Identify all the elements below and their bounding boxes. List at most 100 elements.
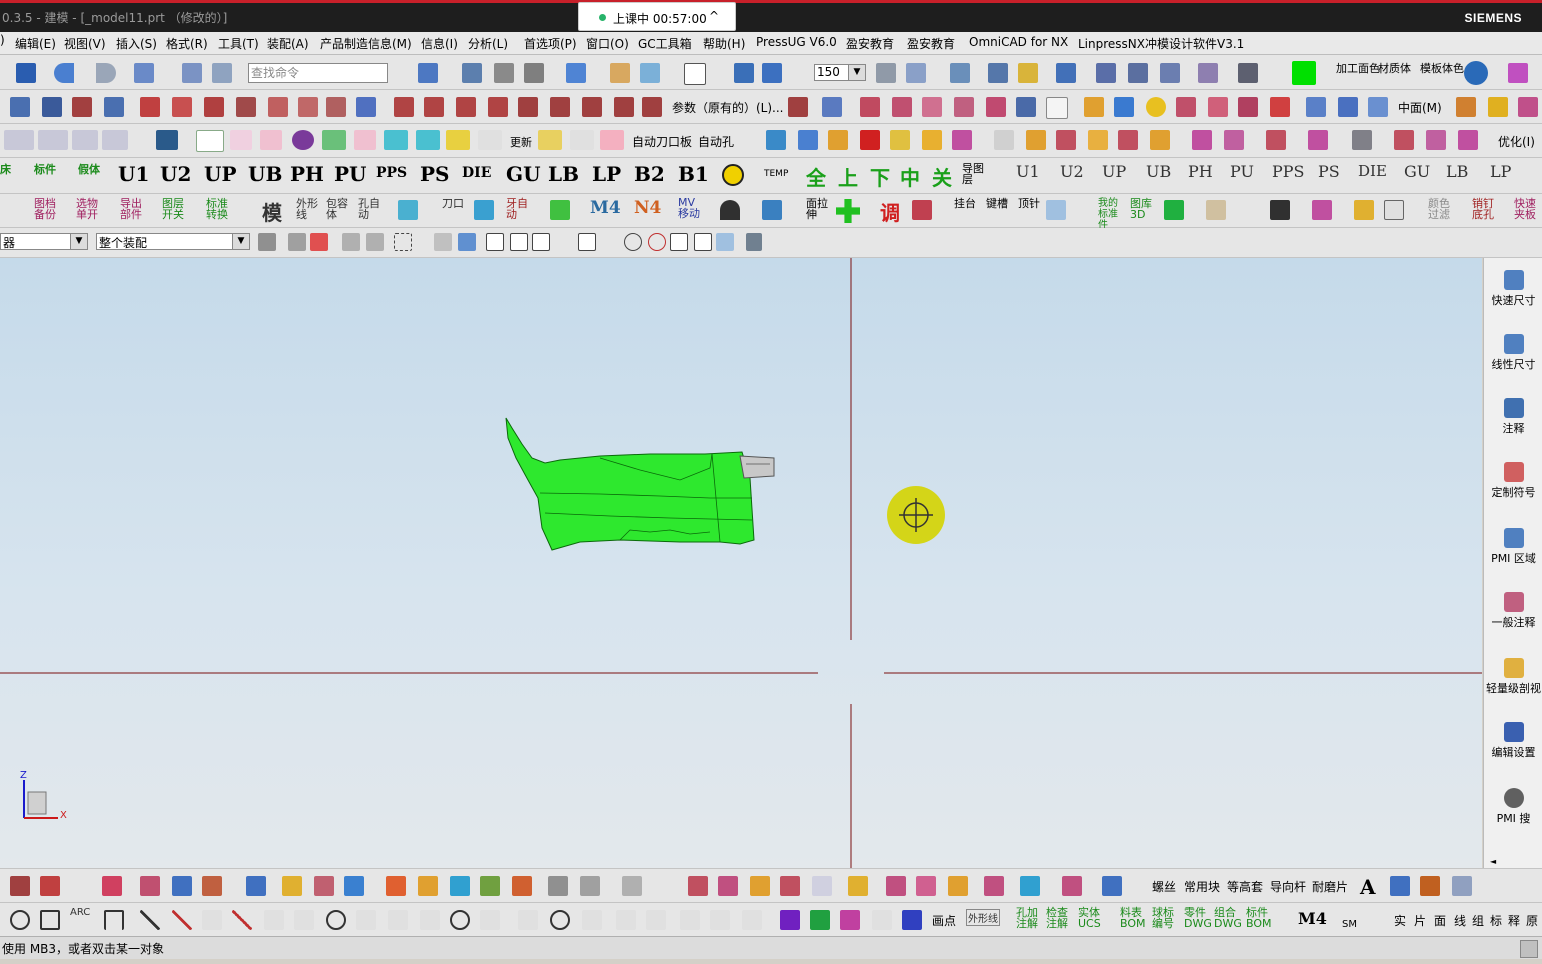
- tool-a-icon[interactable]: [766, 130, 786, 150]
- tool-e-icon[interactable]: [890, 130, 910, 150]
- move-u1[interactable]: U1: [1016, 162, 1040, 181]
- menu-linpress[interactable]: LinpressNX冲模设计软件V3.1: [1078, 35, 1244, 52]
- label-mv-move[interactable]: MV移动: [678, 197, 702, 219]
- status-resize-icon[interactable]: [1520, 940, 1538, 958]
- arc-icon[interactable]: [518, 97, 538, 117]
- bottom-tool-n-icon[interactable]: [1390, 876, 1410, 896]
- filter-middle[interactable]: 中: [900, 162, 920, 191]
- filter-lower[interactable]: 下: [870, 162, 890, 191]
- extrude-icon[interactable]: [1176, 97, 1196, 117]
- param-label[interactable]: 参数（原有的）(L)...: [672, 99, 784, 116]
- safety-block-icon[interactable]: [354, 130, 376, 150]
- filter-all[interactable]: 全: [806, 162, 826, 191]
- layer-add-icon[interactable]: [478, 130, 502, 150]
- datum-icon[interactable]: [10, 97, 30, 117]
- tool-g-icon[interactable]: [952, 130, 972, 150]
- move-ps[interactable]: PS: [1318, 162, 1340, 181]
- hatch-icon[interactable]: [1164, 200, 1184, 220]
- graphics-viewport[interactable]: Z X: [0, 258, 1482, 868]
- move-up[interactable]: UP: [1102, 162, 1126, 181]
- label-dowel-hole[interactable]: 销钉底孔: [1472, 198, 1498, 220]
- wrench-icon[interactable]: [1018, 63, 1038, 83]
- bottom-ruler-icon[interactable]: [202, 876, 222, 896]
- plate-b2[interactable]: B2: [634, 162, 665, 186]
- snap-tangent-icon[interactable]: [602, 233, 620, 251]
- plate-lp[interactable]: LP: [592, 162, 621, 186]
- filter-note[interactable]: 释: [1508, 912, 1520, 929]
- label-library-3d[interactable]: 图库3D: [1130, 198, 1156, 220]
- circle-o-icon[interactable]: [722, 164, 744, 186]
- bottom-tool-i-icon[interactable]: [948, 876, 968, 896]
- plate-u2[interactable]: U2: [160, 162, 191, 186]
- menu-preferences[interactable]: 首选项(P): [524, 35, 577, 52]
- bottom-tool-e-icon[interactable]: [812, 876, 832, 896]
- label-adjust[interactable]: 调: [880, 197, 900, 226]
- bottom-tool-bb-icon[interactable]: [550, 910, 570, 930]
- snap-quadrant-icon[interactable]: [648, 233, 666, 251]
- bottom-face-icon[interactable]: [140, 876, 160, 896]
- face-select-icon[interactable]: [458, 233, 476, 251]
- custom-symbol-button[interactable]: 定制符号: [1484, 462, 1542, 500]
- bottom-tool-kk-icon[interactable]: [902, 910, 922, 930]
- label-common-block[interactable]: 常用块: [1184, 878, 1220, 895]
- plate-die[interactable]: DIE: [462, 165, 491, 181]
- snap-curve-icon[interactable]: [556, 233, 574, 251]
- bottom-tool-dd-icon[interactable]: [616, 910, 636, 930]
- tool-p-icon[interactable]: [1266, 130, 1286, 150]
- view-layout-icon[interactable]: [524, 63, 544, 83]
- plate-ps[interactable]: PS: [420, 162, 449, 186]
- length-curve-icon[interactable]: [642, 97, 662, 117]
- bottom-slash-icon[interactable]: [140, 910, 160, 930]
- label-color-filter[interactable]: 颜色过滤: [1428, 198, 1454, 220]
- class-timer-pill[interactable]: 上课中 00:57:00 ^: [578, 2, 736, 31]
- body-select-icon[interactable]: [434, 233, 452, 251]
- bottom-tool-l-icon[interactable]: [1062, 876, 1082, 896]
- line-icon[interactable]: [72, 97, 92, 117]
- menu-insert[interactable]: 插入(S): [116, 35, 157, 52]
- label-key-slot[interactable]: 键槽: [986, 198, 1008, 209]
- green-sheet-part[interactable]: [505, 417, 775, 551]
- deselect-icon[interactable]: [310, 233, 328, 251]
- bottom-flag-icon[interactable]: [418, 876, 438, 896]
- thicken-icon[interactable]: [1306, 97, 1326, 117]
- snap-endpoint-icon[interactable]: [486, 233, 504, 251]
- brush-icon[interactable]: [1270, 200, 1290, 220]
- bottom-u-icon[interactable]: [104, 910, 124, 930]
- auto-hole-label[interactable]: 自动孔: [698, 133, 734, 150]
- bottom-arc-icon[interactable]: [40, 876, 60, 896]
- bottom-grass-icon[interactable]: [480, 876, 500, 896]
- bottom-tool-q-icon[interactable]: [202, 910, 222, 930]
- transform-icon[interactable]: [1056, 63, 1076, 83]
- pmi-region-button[interactable]: PMI 区域: [1484, 528, 1542, 566]
- project-curve-icon[interactable]: [268, 97, 288, 117]
- bottom-copy-icon[interactable]: [622, 876, 642, 896]
- ruler-icon[interactable]: [1238, 63, 1258, 83]
- label-tooth-auto[interactable]: 牙自动: [506, 198, 528, 220]
- chevron-up-icon[interactable]: ^: [709, 9, 719, 23]
- bottom-circle-icon[interactable]: [10, 910, 30, 930]
- block-icon[interactable]: [912, 200, 932, 220]
- wear-plate-icon[interactable]: [260, 130, 282, 150]
- filter-upper[interactable]: 上: [838, 162, 858, 191]
- filter-icon[interactable]: [258, 233, 276, 251]
- bottom-purple-icon[interactable]: [780, 910, 800, 930]
- bridge-curve-icon[interactable]: [236, 97, 256, 117]
- tool-q-icon[interactable]: [1308, 130, 1328, 150]
- wcs-icon[interactable]: [734, 63, 754, 83]
- chamfer-curve-icon[interactable]: [488, 97, 508, 117]
- extend-curve-icon[interactable]: [424, 97, 444, 117]
- menu-pressug[interactable]: PressUG V6.0: [756, 35, 837, 49]
- move-lb[interactable]: LB: [1446, 162, 1468, 181]
- flag-icon[interactable]: [1354, 200, 1374, 220]
- bottom-tool-ff-icon[interactable]: [680, 910, 700, 930]
- filter-mark[interactable]: 标: [1490, 912, 1502, 929]
- smooth-curve-icon[interactable]: [582, 97, 602, 117]
- sphere-icon[interactable]: [1146, 97, 1166, 117]
- label-template[interactable]: 模板体色: [1420, 60, 1464, 76]
- paint-icon[interactable]: [610, 63, 630, 83]
- plate-ub[interactable]: UB: [248, 162, 282, 186]
- rapid-dimension-button[interactable]: 快速尺寸: [1484, 270, 1542, 308]
- tool-i-icon[interactable]: [1026, 130, 1046, 150]
- bottom-tool-u-icon[interactable]: [326, 910, 346, 930]
- filter-origin[interactable]: 原: [1526, 912, 1538, 929]
